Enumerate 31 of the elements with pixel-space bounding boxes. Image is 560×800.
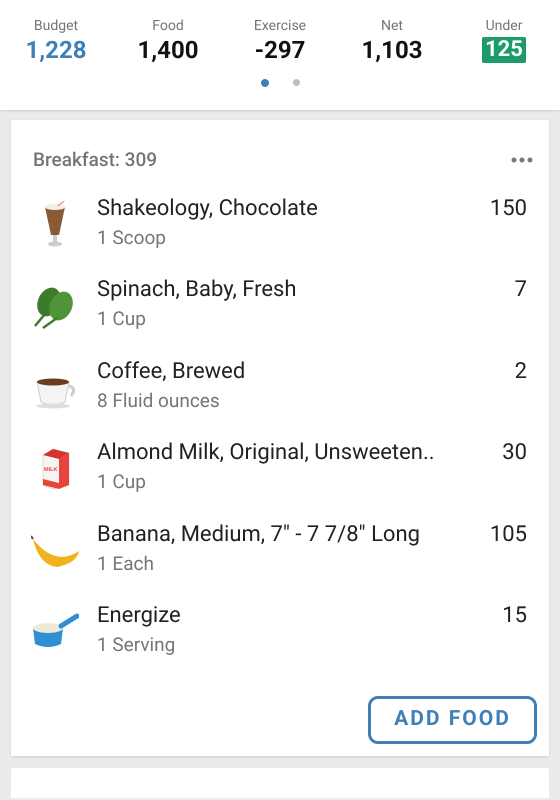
calories: 2	[514, 358, 527, 386]
serving-size: 1 Cup	[97, 306, 147, 332]
food-name[interactable]: Spinach, Baby, Fresh	[97, 276, 507, 304]
remaining-badge: 125	[482, 37, 526, 63]
add-food-button[interactable]: ADD FOOD	[368, 696, 537, 744]
summary-label: Under	[486, 17, 522, 35]
food-name[interactable]: Energize	[97, 602, 494, 630]
serving-size: 1 Cup	[97, 469, 147, 495]
meal-title: Breakfast: 309	[33, 147, 158, 173]
serving-size: 8 Fluid ounces	[97, 388, 221, 414]
calories: 30	[502, 439, 527, 467]
serving-size: 1 Scoop	[97, 224, 167, 250]
serving-size: 1 Serving	[97, 632, 176, 658]
summary-label: Budget	[34, 17, 78, 35]
food-name[interactable]: Shakeology, Chocolate	[97, 194, 482, 222]
calories: 150	[490, 194, 527, 222]
budget-value: 1,228	[26, 35, 86, 65]
summary-value: 1,400	[138, 35, 198, 65]
calories: 105	[490, 520, 527, 548]
calories: 15	[502, 602, 527, 630]
summary-value: 1,103	[362, 35, 422, 65]
more-icon[interactable]	[511, 157, 533, 164]
food-name[interactable]: Banana, Medium, 7" - 7 7/8" Long	[97, 520, 482, 548]
food-name[interactable]: Coffee, Brewed	[97, 358, 507, 386]
summary-label: Exercise	[254, 17, 306, 35]
summary-label: Net	[381, 17, 403, 35]
summary-value: -297	[254, 35, 306, 65]
serving-size: 1 Each	[97, 550, 155, 576]
calories: 7	[514, 276, 527, 304]
summary-label: Food	[152, 17, 184, 35]
food-name[interactable]: Almond Milk, Original, Unsweeten..	[97, 439, 494, 467]
